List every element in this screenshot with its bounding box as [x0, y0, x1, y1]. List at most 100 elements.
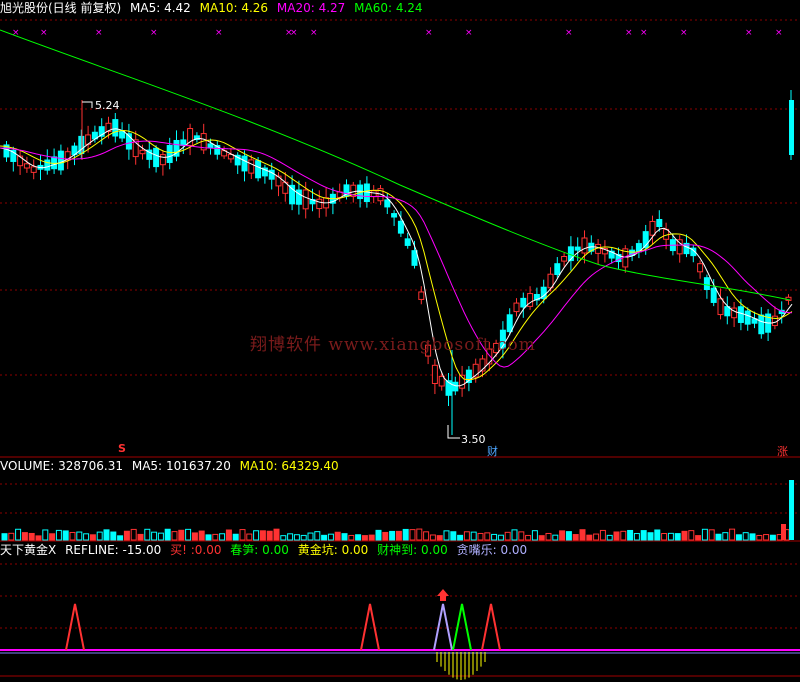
volume-bar	[225, 529, 232, 541]
volume-bar	[246, 533, 253, 541]
volume-bar	[117, 535, 124, 541]
volume-bar	[185, 528, 192, 541]
volume-bar	[627, 529, 634, 541]
signal-x-marker: ×	[40, 28, 48, 38]
volume-bar	[389, 530, 396, 541]
volume-bar	[749, 533, 756, 541]
volume-bar	[171, 531, 178, 541]
volume-bar	[232, 533, 239, 541]
volume-panel-header: VOLUME: 328706.31 MA5: 101637.20 MA10: 6…	[0, 458, 344, 474]
volume-bar	[497, 534, 504, 541]
volume-bar	[423, 531, 430, 541]
signal-x-marker: ×	[150, 28, 158, 38]
refline-label: REFLINE:	[65, 543, 119, 557]
candle-body	[302, 189, 309, 210]
candle-body	[697, 263, 704, 273]
volume-bar	[742, 532, 749, 541]
candle-body	[789, 100, 794, 155]
volume-bar	[402, 528, 409, 541]
candle-body	[391, 213, 398, 218]
tanzuile-label: 贪嘴乐:	[456, 543, 497, 557]
volume-bar	[457, 534, 464, 541]
marker-s: S	[118, 442, 126, 455]
volume-bar	[599, 529, 606, 541]
candle-body	[119, 130, 126, 139]
volume-value: 328706.31	[58, 459, 124, 473]
signal-x-marker: ×	[215, 28, 223, 38]
volume-bar	[49, 533, 56, 541]
candle-body	[112, 119, 119, 137]
candle-body	[744, 310, 751, 325]
ma10-label: MA10:	[199, 1, 238, 15]
volume-bar	[654, 529, 661, 541]
signal-x-marker: ×	[465, 28, 473, 38]
volume-bar	[769, 534, 776, 541]
volume-bar	[334, 531, 341, 541]
volume-bar	[83, 533, 90, 541]
volume-bar	[382, 531, 389, 541]
indicator-peak	[360, 603, 380, 651]
signal-x-marker: ×	[95, 28, 103, 38]
candle-body	[44, 159, 51, 171]
volume-bar	[436, 535, 443, 541]
candle-body	[431, 364, 438, 384]
volume-bar	[28, 532, 35, 541]
volume-bar	[273, 528, 280, 541]
indicator-peak	[433, 603, 453, 651]
volume-bar	[789, 480, 794, 540]
refline-value: -15.00	[122, 543, 162, 557]
volume-bar	[565, 531, 572, 541]
watermark: 翔博软件 www.xiangbosoft.com	[250, 335, 536, 355]
ma60-value: 4.24	[395, 1, 423, 15]
volume-bar	[470, 531, 477, 541]
volume-bar	[538, 535, 545, 541]
volume-bar	[606, 534, 613, 541]
volume-bar	[321, 534, 328, 541]
volume-bar	[287, 533, 294, 541]
marker-zhang: 涨	[777, 445, 788, 458]
volume-bar	[443, 530, 450, 541]
volume-bar	[491, 533, 498, 541]
buy-value: :0.00	[190, 543, 222, 557]
volume-ma10-label: MA10:	[239, 459, 278, 473]
candle-body	[710, 287, 717, 303]
volume-bar	[613, 531, 620, 541]
volume-bar	[647, 532, 654, 541]
candle-body	[370, 190, 377, 198]
volume-bar	[130, 528, 137, 541]
volume-bar	[89, 534, 96, 541]
stock-title: 旭光股份(日线 前复权)	[0, 1, 122, 15]
candle-body	[574, 246, 581, 251]
volume-bar	[62, 530, 69, 541]
volume-bar	[1, 533, 8, 541]
up-arrow-icon	[437, 589, 449, 601]
volume-bar	[735, 534, 742, 541]
candle-body	[363, 183, 370, 203]
volume-bar	[681, 530, 688, 541]
volume-bar	[42, 529, 49, 541]
candle-body	[758, 314, 765, 335]
candle-body	[241, 155, 248, 172]
volume-bar	[144, 528, 151, 541]
low-price-label: 3.50	[461, 433, 486, 446]
volume-bar	[593, 533, 600, 541]
signal-x-marker: ×	[680, 28, 688, 38]
huangjinkeng-label: 黄金坑:	[297, 543, 338, 557]
indicator-peak	[452, 603, 472, 651]
volume-bar	[293, 534, 300, 541]
candle-body	[404, 238, 411, 246]
volume-bar	[552, 534, 559, 541]
volume-bar	[368, 534, 375, 541]
candle-body	[737, 306, 744, 323]
candle-body	[316, 198, 323, 210]
candle-body	[418, 291, 425, 300]
signal-x-marker: ×	[640, 28, 648, 38]
volume-ma5-label: MA5:	[131, 459, 163, 473]
volume-bar	[164, 528, 171, 541]
candle-body	[411, 250, 418, 266]
volume-bar	[280, 535, 287, 541]
low-pointer	[447, 425, 460, 439]
volume-bar	[511, 529, 518, 541]
volume-bar	[205, 534, 212, 541]
volume-bar	[409, 529, 416, 541]
